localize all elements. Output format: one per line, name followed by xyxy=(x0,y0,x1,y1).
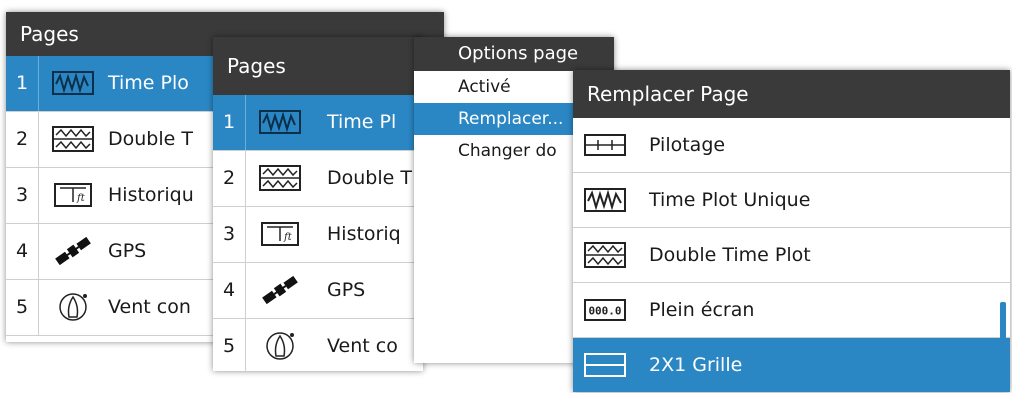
boat-wind-icon xyxy=(52,292,94,322)
pages-panel-title: Pages xyxy=(213,37,423,95)
page-number: 4 xyxy=(6,224,39,279)
digital-readout-icon: 000.0 xyxy=(583,295,627,325)
page-number: 5 xyxy=(6,280,39,335)
page-label: Time Plo xyxy=(108,72,189,94)
single-wave-icon xyxy=(259,107,301,137)
page-number: 1 xyxy=(6,56,39,111)
replace-item-pilotage[interactable]: Pilotage xyxy=(573,118,1010,173)
single-wave-icon xyxy=(52,68,94,98)
replace-item-plein-ecran[interactable]: 000.0 Plein écran xyxy=(573,283,1010,338)
svg-text:ft: ft xyxy=(283,232,293,243)
replace-page-menu: Remplacer Page Pilotage Time Plot Unique… xyxy=(573,70,1010,392)
pages-panel-front: Pages 1 Time Pl 2 Double T 3 ft Historiq… xyxy=(213,37,423,371)
page-label: Double T xyxy=(108,128,193,150)
single-wave-icon xyxy=(583,185,627,215)
replace-item-label: Time Plot Unique xyxy=(649,189,811,211)
pages-item-1[interactable]: 1 Time Pl xyxy=(213,95,423,151)
replace-item-label: Pilotage xyxy=(649,134,726,156)
page-label: Vent con xyxy=(108,296,191,318)
page-number: 2 xyxy=(213,151,246,206)
svg-text:ft: ft xyxy=(76,193,86,204)
replace-item-label: Plein écran xyxy=(649,299,755,321)
pages-item-2[interactable]: 2 Double T xyxy=(213,151,423,207)
replace-item-label: Double Time Plot xyxy=(649,244,811,266)
page-label: Vent co xyxy=(327,335,398,357)
page-number: 1 xyxy=(213,95,246,150)
pages-item-3[interactable]: 3 ft Historiq xyxy=(213,207,423,263)
scrollbar-thumb[interactable] xyxy=(1000,302,1006,348)
page-number: 4 xyxy=(213,263,246,318)
replace-menu-title: Remplacer Page xyxy=(573,70,1010,118)
page-number: 2 xyxy=(6,112,39,167)
history-lft-icon: ft xyxy=(52,180,94,210)
page-label: Historiq xyxy=(327,223,401,245)
double-wave-icon xyxy=(583,240,627,270)
layout-icon xyxy=(583,130,627,160)
grid-2x1-icon xyxy=(583,350,627,380)
replace-item-2x1-grille[interactable]: 2X1 Grille xyxy=(573,338,1010,392)
boat-wind-icon xyxy=(259,331,301,361)
page-number: 3 xyxy=(213,207,246,262)
pages-item-4[interactable]: 4 GPS xyxy=(213,263,423,319)
options-menu-title: Options page xyxy=(414,37,614,71)
page-number: 3 xyxy=(6,168,39,223)
page-number: 5 xyxy=(213,319,246,371)
double-wave-icon xyxy=(52,124,94,154)
satellite-icon xyxy=(259,275,301,305)
page-label: Historiqu xyxy=(108,184,194,206)
page-label: Double T xyxy=(327,167,412,189)
page-label: GPS xyxy=(108,240,147,262)
double-wave-icon xyxy=(259,163,301,193)
pages-item-5[interactable]: 5 Vent co xyxy=(213,319,423,371)
page-label: Time Pl xyxy=(327,111,397,133)
replace-item-label: 2X1 Grille xyxy=(649,354,743,376)
satellite-icon xyxy=(52,236,94,266)
history-lft-icon: ft xyxy=(259,219,301,249)
replace-item-double-time-plot[interactable]: Double Time Plot xyxy=(573,228,1010,283)
replace-item-time-plot-unique[interactable]: Time Plot Unique xyxy=(573,173,1010,228)
svg-text:000.0: 000.0 xyxy=(588,305,621,318)
page-label: GPS xyxy=(327,279,366,301)
